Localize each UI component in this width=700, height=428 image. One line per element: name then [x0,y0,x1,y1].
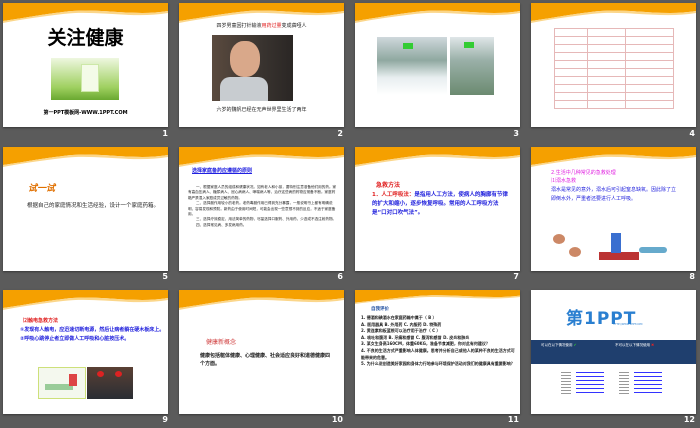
slide-thumbnail-8[interactable]: 2.生活中几种常见的急救处理 ⑴溺水急救 溺水是常见的意外，溺水后可引起窒息缺氧… [531,147,696,271]
try-it-badge: 试一试 [28,184,56,194]
slide-thumbnail-2[interactable]: 四岁男童因打针输液用药过量变成聋哑人 六岁的魏帆已经在无声世界里生活了两年 [179,3,344,127]
logo-url: HTTP://WWW.1PPT.COM [613,323,643,326]
slide-title: ⑵触电急救方法 [23,318,59,324]
qr-codes [561,372,571,396]
house-image [51,58,119,100]
header-wave [179,290,344,310]
rescue-illustration [599,252,639,260]
header-wave [355,147,520,167]
comparison-table [554,28,674,109]
rescue-illustration [611,233,621,253]
rescue-illustration [569,247,581,257]
cannot-use-label: 不可以在以下情况使用 ✖ [615,343,655,347]
slide-text: 1．人工呼吸法：是指用人工方法，使病人的胸廓有节律的扩大和缩小，逐步恢复呼吸。常… [372,192,508,216]
header-wave [3,290,168,310]
slide-heading: 2.生活中几种常见的急救处理 [551,170,616,176]
slide-thumbnail-10[interactable]: 健康新概念 健康包括躯体健康、心理健康、社会适应良好和道德健康四个方面。 [179,290,344,414]
slide-number: 10 [331,415,343,424]
header-wave [355,3,520,23]
caption-top: 四岁男童因打针输液用药过量变成聋哑人 [216,23,307,29]
slide-thumbnail-7[interactable]: 急救方法 1．人工呼吸法：是指用人工方法，使病人的胸廓有节律的扩大和缩小，逐步恢… [355,147,520,271]
slide-number: 6 [337,272,343,281]
slide-text: 根据自己的家庭情况和生活经验，设计一个家庭药箱。 [27,203,160,209]
slide-title: 急救方法 [376,182,401,189]
slide-number: 1 [162,129,168,138]
slide-footer: 第一PPT模板网-WWW.1PPT.COM [43,110,128,116]
header-wave [355,290,520,304]
header-wave [3,3,168,23]
header-wave [3,147,168,167]
slide-thumbnail-11[interactable]: 自我评价 1. 德酒和碘酒水在家庭药箱中属于（ B ） A. 医用器具 B. 外用… [355,290,520,414]
slide-thumbnail-6[interactable]: 选择家庭备药应遵循的原则 一、根据家庭人员的组成和健康状况。如有老人和小孩，要特… [179,147,344,271]
electric-shock-illustration [38,367,86,399]
slide-text: ①发现有人触电，应迅速切断电源，然后让病者躺在硬木板床上。 ②呼吸心跳停止者立即做… [20,327,165,342]
slide-thumbnail-1[interactable]: 关注健康 第一PPT模板网-WWW.1PPT.COM [3,3,168,127]
header-wave [179,147,344,167]
links-list [576,372,604,396]
qr-codes [619,372,629,396]
header-wave [531,3,696,23]
slide-number: 3 [513,129,519,138]
slide-number: 12 [683,415,695,424]
slide-number: 11 [507,415,519,424]
header-wave [179,3,344,23]
quiz-list: 1. 德酒和碘酒水在家庭药箱中属于（ B ） A. 医用器具 B. 外用药 C. … [361,315,515,367]
child-photo [212,35,293,101]
usage-banner: 可以在以下情况使用 ✔ 不可以在以下情况使用 ✖ [531,340,696,364]
caption-bottom: 六岁的魏帆已经在无声世界里生活了两年 [216,107,307,113]
slide-title: 自我评价 [371,307,389,312]
slide-title: 健康新概念 [206,339,237,346]
slide-number: 2 [337,129,343,138]
slide-thumbnail-9[interactable]: ⑵触电急救方法 ①发现有人触电，应迅速切断电源，然后让病者躺在硬木板床上。 ②呼吸… [3,290,168,414]
rescue-illustration [553,234,565,244]
slide-number: 8 [689,272,695,281]
slide-thumbnail-3[interactable] [355,3,520,127]
slide-thumbnail-4[interactable] [531,3,696,127]
slide-body: 一、根据家庭人员的组成和健康状况。如有老人和小孩，要特别注意准备他们用的药。家有… [188,185,337,227]
slide-title: 选择家庭备药应遵循的原则 [192,168,253,174]
pharmacy-photo [377,37,447,95]
shelf-photo [450,37,494,95]
can-use-label: 可以在以下情况使用 ✔ [541,343,577,347]
slide-text: 健康包括躯体健康、心理健康、社会适应良好和道德健康四个方面。 [200,353,331,367]
slide-text: 溺水是常见的意外，溺水后可引起窒息缺氧。因此除了立即倒水外，严重者还要进行人工呼… [551,187,677,202]
slide-number: 7 [513,272,519,281]
slide-number: 4 [689,129,695,138]
slide-thumbnail-5[interactable]: 试一试 根据自己的家庭情况和生活经验，设计一个家庭药箱。 [3,147,168,271]
rescue-illustration [639,247,667,253]
header-wave [531,147,696,167]
links-list [634,372,662,396]
slide-subheading: ⑴溺水急救 [551,178,577,184]
rescue-photo [87,367,133,399]
slide-thumbnail-12[interactable]: 第1PPT HTTP://WWW.1PPT.COM 可以在以下情况使用 ✔ 不可… [531,290,696,414]
slide-title: 关注健康 [47,27,124,49]
slide-number: 9 [162,415,168,424]
slide-number: 5 [162,272,168,281]
